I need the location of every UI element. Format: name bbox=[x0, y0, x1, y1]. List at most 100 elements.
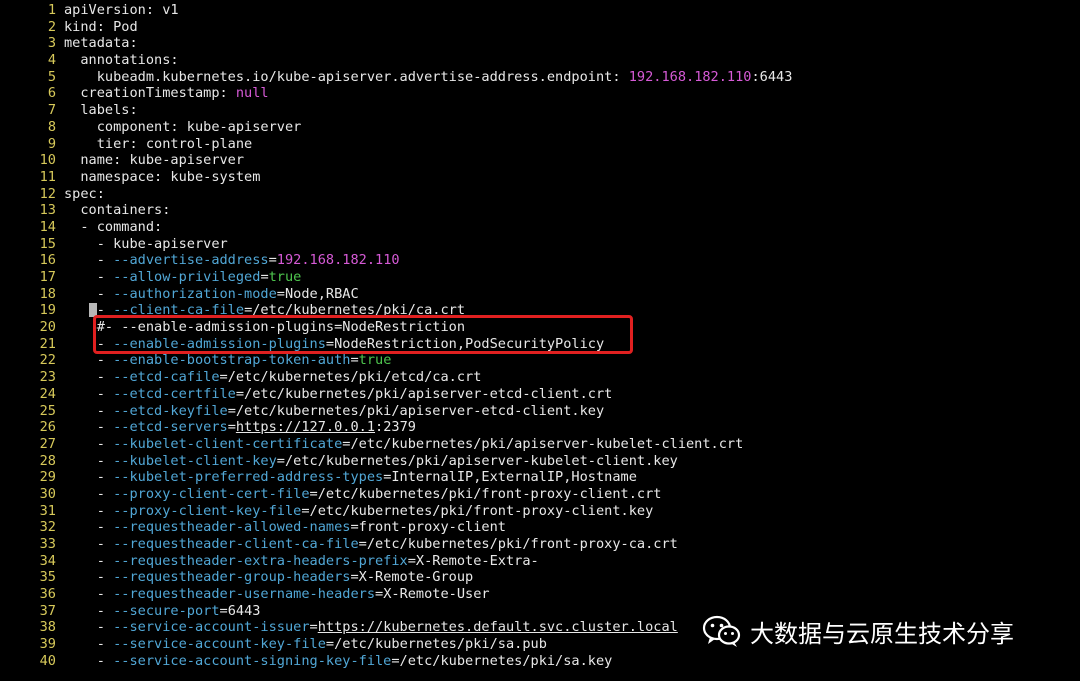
code-token: - bbox=[64, 352, 114, 369]
code-line[interactable]: 32 - --requestheader-allowed-names=front… bbox=[0, 519, 1080, 536]
code-token: =/etc/kubernetes/pki/apiserver-etcd-clie… bbox=[227, 402, 605, 419]
code-line[interactable]: 33 - --requestheader-client-ca-file=/etc… bbox=[0, 536, 1080, 553]
watermark-text: 大数据与云原生技术分享 bbox=[750, 619, 1014, 648]
code-text: namespace: kube-system bbox=[64, 169, 260, 185]
code-token: --requestheader-extra-headers-prefix bbox=[113, 552, 408, 569]
code-text: - kube-apiserver bbox=[64, 236, 228, 252]
code-text: name: kube-apiserver bbox=[64, 152, 244, 168]
line-number: 1 bbox=[47, 2, 56, 18]
code-text: - --proxy-client-key-file=/etc/kubernete… bbox=[64, 502, 654, 519]
code-token: tier: control-plane bbox=[64, 135, 253, 152]
code-line[interactable]: 36 - --requestheader-username-headers=X-… bbox=[0, 586, 1080, 603]
code-line[interactable]: 31 - --proxy-client-key-file=/etc/kubern… bbox=[0, 503, 1080, 520]
code-token: - bbox=[64, 485, 114, 502]
code-text: - --kubelet-client-certificate=/etc/kube… bbox=[64, 436, 744, 452]
line-number: 38 bbox=[39, 619, 56, 636]
line-number: 13 bbox=[39, 202, 56, 219]
code-token: 192.168.182.110 bbox=[276, 252, 400, 269]
code-line[interactable]: 3 metadata: bbox=[0, 35, 1080, 52]
code-line[interactable]: 26 - --etcd-servers=https://127.0.0.1:23… bbox=[0, 419, 1080, 436]
code-line[interactable]: 16 - --advertise-address=192.168.182.110 bbox=[0, 252, 1080, 269]
code-line[interactable]: 7 labels: bbox=[0, 102, 1080, 119]
code-token: true bbox=[268, 269, 302, 285]
code-token: --etcd-servers bbox=[113, 419, 228, 436]
code-line[interactable]: 22 - --enable-bootstrap-token-auth=true bbox=[0, 352, 1080, 369]
code-line[interactable]: 14 - command: bbox=[0, 219, 1080, 236]
code-line[interactable]: 29 - --kubelet-preferred-address-types=I… bbox=[0, 469, 1080, 486]
code-line[interactable]: 30 - --proxy-client-cert-file=/etc/kuber… bbox=[0, 486, 1080, 503]
code-token: --kubelet-client-key bbox=[113, 452, 277, 469]
code-text: kind: Pod bbox=[64, 19, 138, 35]
wechat-icon bbox=[702, 615, 741, 647]
code-line[interactable]: 2 kind: Pod bbox=[0, 19, 1080, 36]
line-number: 27 bbox=[39, 435, 56, 452]
line-number: 36 bbox=[39, 586, 56, 603]
code-text: - --requestheader-group-headers=X-Remote… bbox=[64, 569, 473, 585]
code-text: - --etcd-certfile=/etc/kubernetes/pki/ap… bbox=[64, 385, 613, 402]
line-number: 34 bbox=[39, 552, 56, 569]
code-text: - --service-account-issuer=https://kuber… bbox=[64, 619, 678, 635]
code-line[interactable]: 8 component: kube-apiserver bbox=[0, 119, 1080, 136]
code-token: = bbox=[260, 269, 269, 285]
code-line[interactable]: 11 namespace: kube-system bbox=[0, 169, 1080, 186]
code-text: - --etcd-keyfile=/etc/kubernetes/pki/api… bbox=[64, 403, 604, 419]
code-line[interactable]: 15 - kube-apiserver bbox=[0, 236, 1080, 253]
code-token: = bbox=[268, 252, 277, 269]
code-line[interactable]: 5 kubeadm.kubernetes.io/kube-apiserver.a… bbox=[0, 69, 1080, 86]
line-number: 32 bbox=[39, 519, 56, 536]
code-line[interactable]: 28 - --kubelet-client-key=/etc/kubernete… bbox=[0, 453, 1080, 470]
highlight-box bbox=[93, 315, 633, 354]
code-line[interactable]: 1 apiVersion: v1 bbox=[0, 2, 1080, 19]
code-token: apiVersion: v1 bbox=[64, 2, 179, 18]
code-token: metadata: bbox=[64, 35, 138, 52]
line-number: 30 bbox=[39, 485, 56, 502]
line-number: 29 bbox=[39, 469, 56, 486]
code-token: = bbox=[227, 419, 236, 436]
code-token: --requestheader-client-ca-file bbox=[113, 536, 359, 552]
code-token: =/etc/kubernetes/pki/sa.pub bbox=[325, 636, 547, 653]
code-line[interactable]: 40 - --service-account-signing-key-file=… bbox=[0, 653, 1080, 670]
code-line[interactable]: 34 - --requestheader-extra-headers-prefi… bbox=[0, 553, 1080, 570]
code-line[interactable]: 17 - --allow-privileged=true bbox=[0, 269, 1080, 286]
code-text: - command: bbox=[64, 219, 162, 235]
watermark: 大数据与云原生技术分享 bbox=[702, 608, 1014, 654]
code-token: name: kube-apiserver bbox=[64, 152, 245, 169]
line-number: 22 bbox=[39, 352, 56, 369]
line-number: 6 bbox=[47, 85, 56, 102]
code-line[interactable]: 23 - --etcd-cafile=/etc/kubernetes/pki/e… bbox=[0, 369, 1080, 386]
line-number: 28 bbox=[39, 452, 56, 469]
code-text: - --service-account-key-file=/etc/kubern… bbox=[64, 636, 547, 652]
line-number: 37 bbox=[39, 602, 56, 619]
code-line[interactable]: 24 - --etcd-certfile=/etc/kubernetes/pki… bbox=[0, 386, 1080, 403]
code-line[interactable]: 27 - --kubelet-client-certificate=/etc/k… bbox=[0, 436, 1080, 453]
code-line[interactable]: 9 tier: control-plane bbox=[0, 136, 1080, 153]
code-token: spec: bbox=[64, 185, 105, 202]
line-number: 18 bbox=[39, 285, 56, 302]
code-line[interactable]: 25 - --etcd-keyfile=/etc/kubernetes/pki/… bbox=[0, 403, 1080, 420]
line-number: 7 bbox=[47, 102, 56, 119]
code-token: =/etc/kubernetes/pki/front-proxy-client.… bbox=[309, 485, 662, 502]
code-token: =InternalIP,ExternalIP,Hostname bbox=[383, 469, 637, 486]
code-token: - bbox=[64, 619, 114, 636]
code-line[interactable]: 6 creationTimestamp: null bbox=[0, 85, 1080, 102]
code-line[interactable]: 12 spec: bbox=[0, 186, 1080, 203]
code-token: = bbox=[309, 619, 318, 636]
code-line[interactable]: 13 containers: bbox=[0, 202, 1080, 219]
code-token: --kubelet-preferred-address-types bbox=[113, 469, 384, 486]
code-text: spec: bbox=[64, 186, 105, 202]
code-token: --etcd-certfile bbox=[113, 385, 236, 402]
code-text: component: kube-apiserver bbox=[64, 119, 302, 135]
line-number: 25 bbox=[39, 402, 56, 419]
code-token: =/etc/kubernetes/pki/front-proxy-client.… bbox=[301, 502, 654, 519]
code-line[interactable]: 10 name: kube-apiserver bbox=[0, 152, 1080, 169]
line-number: 15 bbox=[39, 235, 56, 252]
line-number: 14 bbox=[39, 218, 56, 235]
code-text: - --secure-port=6443 bbox=[64, 603, 261, 619]
code-line[interactable]: 35 - --requestheader-group-headers=X-Rem… bbox=[0, 569, 1080, 586]
code-line[interactable]: 18 - --authorization-mode=Node,RBAC bbox=[0, 286, 1080, 303]
code-text: - --enable-bootstrap-token-auth=true bbox=[64, 352, 392, 369]
code-line[interactable]: 4 annotations: bbox=[0, 52, 1080, 69]
code-token: https://127.0.0.1 bbox=[235, 419, 376, 436]
code-text: - --requestheader-client-ca-file=/etc/ku… bbox=[64, 536, 678, 552]
code-text: creationTimestamp: null bbox=[64, 85, 268, 101]
